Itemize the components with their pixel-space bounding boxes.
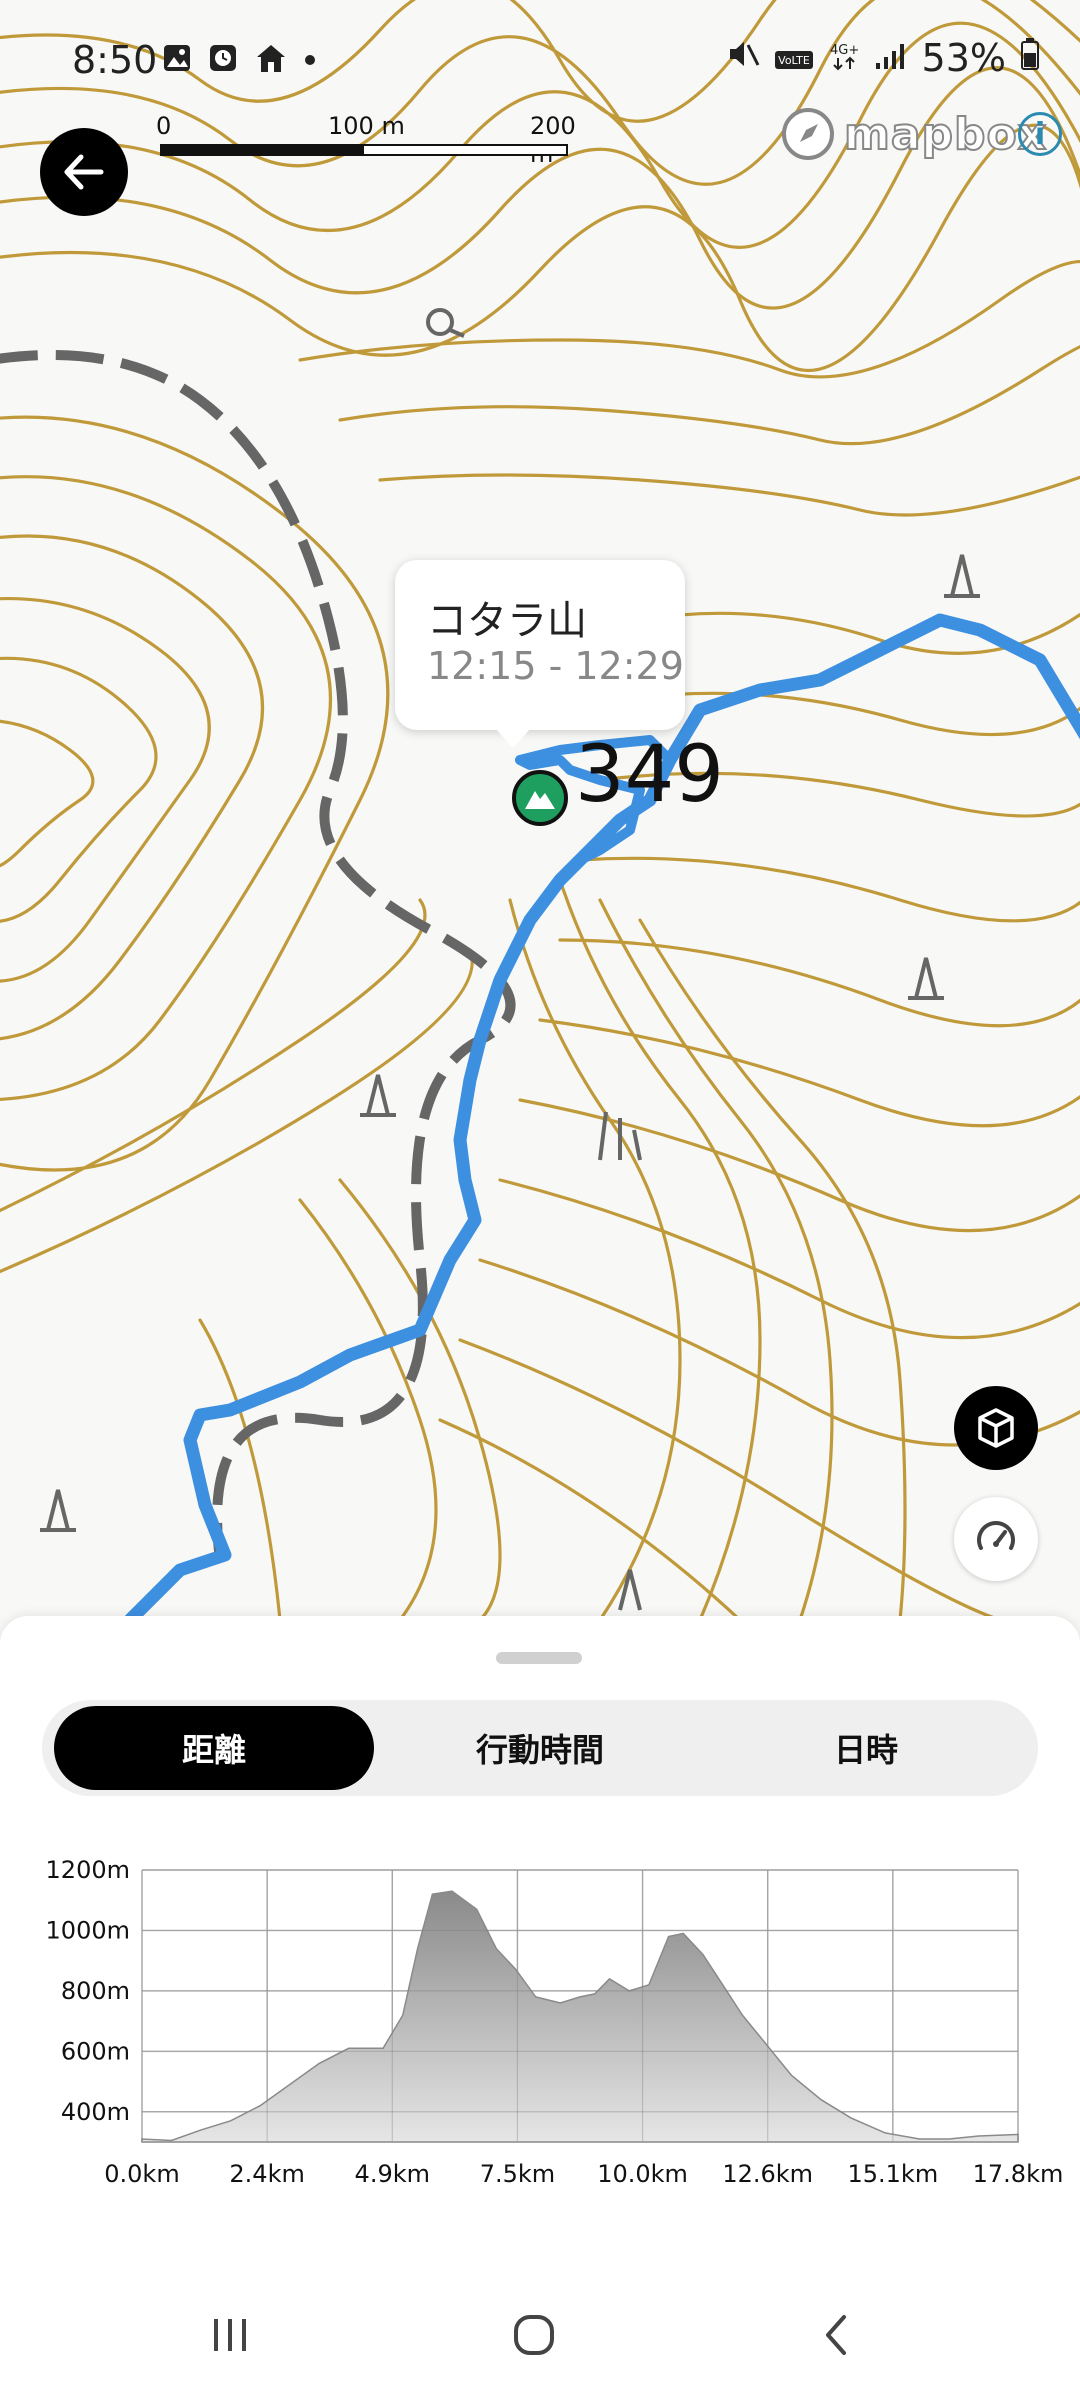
x-tick-label: 10.0km <box>597 2160 688 2188</box>
recent-apps-button[interactable] <box>190 2300 270 2370</box>
summit-marker[interactable] <box>512 770 568 826</box>
speed-button[interactable] <box>954 1497 1038 1581</box>
info-icon[interactable]: i <box>1018 112 1062 156</box>
y-tick-label: 1000m <box>46 1916 130 1944</box>
x-tick-label: 12.6km <box>722 2160 813 2188</box>
map-view[interactable]: 8:50 VoLTE 4G+ 53% 0 100 m 200 mapbox i … <box>0 0 1080 1620</box>
status-time: 8:50 <box>72 38 158 82</box>
chevron-left-icon <box>826 2315 846 2355</box>
svg-text:4G+: 4G+ <box>830 43 859 58</box>
clock-icon <box>208 43 238 77</box>
x-tick-label: 15.1km <box>847 2160 938 2188</box>
3d-view-button[interactable] <box>954 1386 1038 1470</box>
home-circle-icon <box>514 2315 554 2355</box>
x-tick-label: 2.4km <box>229 2160 304 2188</box>
summit-popup[interactable]: コタラ山 12:15 - 12:29 <box>395 560 685 748</box>
battery-icon <box>1020 36 1040 80</box>
mute-icon <box>726 36 760 80</box>
peak-elevation-label: 349 <box>575 730 724 820</box>
arrow-left-icon <box>64 154 104 190</box>
scale-label-100: 100 m <box>328 112 405 140</box>
battery-percent: 53% <box>921 36 1006 80</box>
tab-date-time[interactable]: 日時 <box>706 1706 1026 1790</box>
status-bar: 8:50 VoLTE 4G+ 53% <box>0 30 1080 90</box>
volte-icon: VoLTE <box>774 36 814 80</box>
summit-time-range: 12:15 - 12:29 <box>427 644 684 688</box>
tab-distance[interactable]: 距離 <box>54 1706 374 1790</box>
x-tick-label: 0.0km <box>104 2160 179 2188</box>
gallery-icon <box>162 43 192 77</box>
recent-apps-icon <box>214 2319 246 2351</box>
mapbox-logo: mapbox <box>780 106 1047 162</box>
svg-text:VoLTE: VoLTE <box>778 54 810 67</box>
scale-label-0: 0 <box>156 112 172 140</box>
y-tick-label: 800m <box>61 1977 130 2005</box>
mapbox-attribution: mapbox <box>843 108 1048 161</box>
home-button[interactable] <box>494 2300 574 2370</box>
dot-icon <box>304 51 316 70</box>
y-tick-label: 400m <box>61 2098 130 2126</box>
back-nav-button[interactable] <box>796 2300 876 2370</box>
back-button[interactable] <box>40 128 128 216</box>
mountain-icon <box>525 791 555 809</box>
scale-bar: 0 100 m 200 m <box>156 112 576 168</box>
elevation-chart[interactable]: 400m 600m 800m 1000m 1200m 0.0km 2.4km 4.9km 7.5… <box>0 1852 1080 2192</box>
bottom-sheet[interactable]: 距離 行動時間 日時 400m 600m 800m 1000m 1200m 0.0km 2.… <box>0 1616 1080 2400</box>
elevation-area <box>141 1890 1019 2143</box>
x-axis-mode-tabs: 距離 行動時間 日時 <box>42 1700 1038 1796</box>
navigation-bar <box>0 2290 1080 2380</box>
x-tick-label: 7.5km <box>480 2160 555 2188</box>
tab-moving-time[interactable]: 行動時間 <box>380 1706 700 1790</box>
mapbox-compass-icon <box>782 108 834 160</box>
x-tick-label: 4.9km <box>355 2160 430 2188</box>
signal-icon <box>874 36 908 80</box>
scale-label-200: 200 m <box>530 112 576 168</box>
summit-name: コタラ山 <box>427 598 587 644</box>
x-tick-label: 17.8km <box>973 2160 1064 2188</box>
speedometer-icon <box>977 1521 1015 1550</box>
sheet-handle[interactable] <box>496 1652 582 1664</box>
home-icon <box>254 42 288 78</box>
y-tick-label: 1200m <box>46 1856 130 1884</box>
cube-icon <box>978 1408 1014 1448</box>
4g-icon: 4G+ <box>828 36 860 80</box>
y-tick-label: 600m <box>61 2037 130 2065</box>
